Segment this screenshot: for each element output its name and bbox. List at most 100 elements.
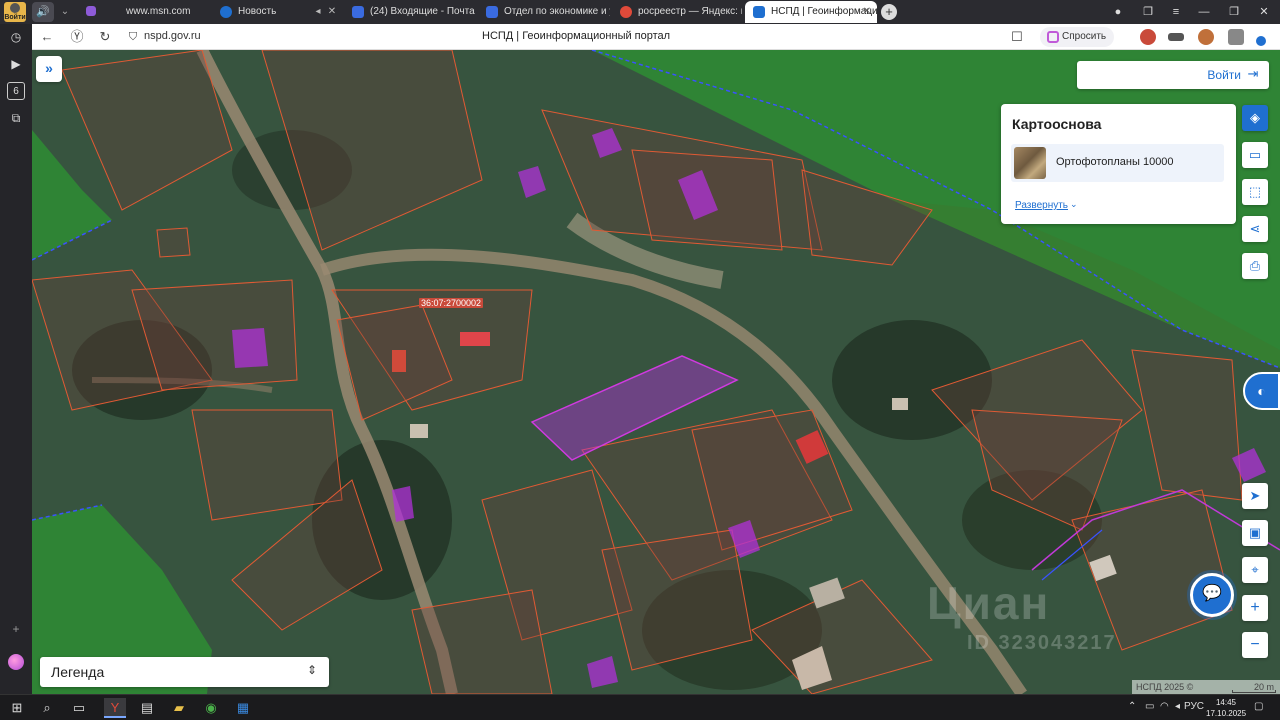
profile-icon[interactable]: ● (1106, 0, 1130, 24)
msn-icon (108, 6, 120, 18)
browser-sidebar: ◷ ▶ 6 ⧉ + (0, 24, 32, 694)
close-window-icon[interactable]: ✕ (1252, 0, 1276, 24)
task-view-icon[interactable]: ▭ (68, 698, 90, 718)
select-area-icon[interactable]: ⬚ (1242, 179, 1268, 205)
mute-icon[interactable]: ◂ (312, 1, 324, 23)
minimize-icon[interactable]: — (1192, 0, 1216, 24)
extension-icon[interactable] (1228, 29, 1244, 45)
clock-date: 17.10.2025 (1206, 709, 1247, 718)
tab-economy[interactable]: Отдел по экономике и уп... (478, 1, 610, 23)
chevron-down-icon[interactable]: ⌄ (56, 2, 74, 22)
add-icon[interactable]: + (7, 620, 25, 638)
app-icon[interactable]: ▤ (136, 698, 158, 718)
yandex-browser-logo[interactable]: Войти (4, 2, 26, 22)
watermark-text: Циан (927, 577, 1051, 629)
expand-panel-button[interactable]: » (36, 56, 62, 82)
alice-assistant-icon[interactable] (8, 654, 24, 670)
login-label: Войти (1207, 68, 1241, 82)
scale-bar (1232, 690, 1276, 693)
yandex-browser-icon[interactable]: Y (104, 698, 126, 718)
nspd-icon (753, 6, 765, 18)
geolocation-icon[interactable]: ⌖ (1242, 557, 1268, 583)
basemap-option[interactable]: Ортофотопланы 10000 (1011, 144, 1224, 182)
tab-msn[interactable]: www.msn.com (100, 1, 205, 23)
yandex-id-icon[interactable]: Ⓨ (68, 28, 86, 46)
legend-label: Легенда (51, 664, 105, 680)
tab-news[interactable]: Новость ◂ ✕ (212, 1, 342, 23)
network-icon[interactable]: ▭ (1145, 701, 1154, 712)
extension-icon[interactable] (1198, 29, 1214, 45)
chrome-icon[interactable]: ◉ (200, 698, 222, 718)
tab-nspd[interactable]: НСПД | Геоинформацион... ✕ (745, 1, 877, 23)
app-icon (86, 6, 96, 16)
new-tab-button[interactable]: + (881, 4, 897, 20)
assistant-icon[interactable]: ◐ (1243, 372, 1280, 410)
chevron-down-icon[interactable]: ⌄ (1070, 199, 1078, 210)
ask-button[interactable]: Спросить (1040, 27, 1115, 47)
close-icon[interactable]: ✕ (326, 1, 338, 23)
app-icon[interactable]: ▦ (232, 698, 254, 718)
video-icon[interactable]: ▶ (7, 55, 25, 73)
ruler-icon[interactable]: ▭ (1242, 142, 1268, 168)
screenshot-icon[interactable]: ⧉ (7, 109, 25, 127)
bookmark-icon[interactable]: ☐ (1008, 28, 1026, 46)
zoom-out-icon[interactable]: − (1242, 632, 1268, 658)
back-icon[interactable]: ← (38, 28, 56, 46)
legend-panel[interactable]: Легенда ⇕ (40, 657, 329, 687)
file-explorer-icon[interactable]: ▰ (168, 698, 190, 718)
basemap-panel: Картооснова Ортофотопланы 10000 Разверну… (1001, 104, 1236, 224)
language-indicator[interactable]: РУС (1184, 701, 1204, 712)
ask-label: Спросить (1062, 31, 1107, 42)
print-icon[interactable]: ⎙ (1242, 253, 1268, 279)
login-button[interactable]: Войти ⇥ (1077, 61, 1269, 89)
logo-caption: Войти (4, 14, 26, 21)
zoom-in-icon[interactable]: + (1242, 595, 1268, 621)
address-bar: ← Ⓨ ↻ ⛉ nspd.gov.ru НСПД | Геоинформацио… (32, 24, 1280, 50)
counter-icon[interactable]: 6 (7, 82, 25, 100)
login-icon: ⇥ (1247, 66, 1259, 81)
notifications-icon[interactable]: ▢ (1254, 701, 1263, 712)
watermark-id: ID 323043217 (967, 632, 1117, 654)
chat-icon[interactable]: 💬 (1190, 573, 1234, 617)
cadastral-number-label[interactable]: 36:07:2700002 (419, 298, 484, 308)
basemap-title: Картооснова (1012, 116, 1102, 132)
wifi-icon[interactable]: ◠ (1160, 701, 1169, 712)
tab-title: (24) Входящие - Почта М... (370, 6, 476, 17)
browser-tab-strip: Войти 🔊 ⌄ www.msn.com Новость ◂ ✕ (24) В… (0, 0, 1280, 24)
clock-time: 14:45 (1215, 698, 1237, 707)
windows-taskbar: ⊞ ⌕ ▭ Y ▤ ▰ ◉ ▦ ⌃ ▭ ◠ ◂ РУС 14:45 17.10.… (0, 694, 1280, 720)
copyright-text: НСПД 2025 © (1136, 682, 1194, 692)
search-icon[interactable]: ⌕ (36, 698, 58, 718)
url-text[interactable]: nspd.gov.ru (144, 30, 201, 42)
share-icon[interactable]: ⋖ (1242, 216, 1268, 242)
tray-expand-icon[interactable]: ⌃ (1128, 701, 1136, 712)
expand-collapse-icon: ⇕ (306, 663, 317, 677)
news-icon (220, 6, 232, 18)
menu-icon[interactable]: ≡ (1164, 0, 1188, 24)
history-icon[interactable]: ◷ (7, 28, 25, 46)
clock[interactable]: 14:45 17.10.2025 (1206, 697, 1246, 719)
tab-title: www.msn.com (126, 6, 191, 17)
bookmarks-icon[interactable]: ❐ (1136, 0, 1160, 24)
minimap-icon[interactable]: ▣ (1242, 520, 1268, 546)
windows-start-icon[interactable]: ⊞ (6, 698, 28, 718)
locate-icon[interactable]: ➤ (1242, 483, 1268, 509)
reload-icon[interactable]: ↻ (96, 28, 114, 46)
tab-yandex-search[interactable]: росреестр — Яндекс: нап... (612, 1, 742, 23)
tab-mail[interactable]: (24) Входящие - Почта М... (344, 1, 476, 23)
extension-icon[interactable] (1168, 33, 1184, 41)
alice-icon (1047, 31, 1059, 43)
layers-icon[interactable]: ◈ (1242, 105, 1268, 131)
map-viewport[interactable]: Циан ID 323043217 36:07:2700002 » Войти … (32, 50, 1280, 694)
maximize-icon[interactable]: ❐ (1222, 0, 1246, 24)
tab-title: Новость (238, 6, 277, 17)
volume-icon[interactable]: ◂ (1175, 701, 1180, 712)
basemap-option-label: Ортофотопланы 10000 (1056, 156, 1174, 168)
secure-connection-icon[interactable]: ⛉ (124, 28, 142, 46)
close-icon[interactable]: ✕ (861, 1, 873, 23)
expand-link[interactable]: Развернуть (1015, 200, 1068, 211)
sound-icon[interactable]: 🔊 (32, 2, 54, 22)
downloads-icon[interactable] (1256, 36, 1266, 46)
tab-title: росреестр — Яндекс: нап... (638, 6, 742, 17)
extension-icon[interactable] (1140, 29, 1156, 45)
